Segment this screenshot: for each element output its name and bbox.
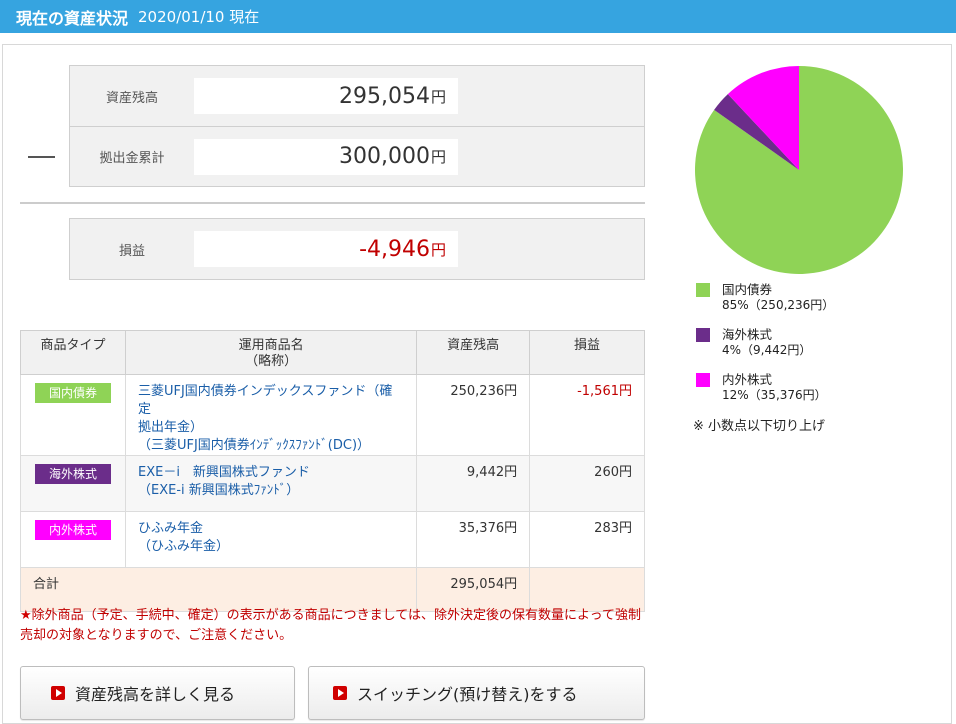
fund-name-line[interactable]: EXE－i 新興国株式ファンド: [138, 465, 310, 480]
legend-value: 85%（250,236円）: [722, 298, 835, 312]
col-header-type: 商品タイプ: [20, 330, 126, 375]
fund-name-line[interactable]: 拠出年金）: [138, 420, 203, 435]
legend-value: 4%（9,442円）: [722, 343, 812, 357]
contribution-row: 拠出金累計 300,000 円: [70, 126, 644, 186]
legend-swatch: [696, 283, 710, 297]
fund-cell[interactable]: 三菱UFJ国内債券インデックスファンド（確定 拠出年金） （三菱UFJ国内債券ｲ…: [124, 374, 418, 456]
balance-value: 295,054: [339, 83, 430, 109]
play-icon: [51, 686, 65, 700]
summary-box: 資産残高 295,054 円 拠出金累計 300,000 円: [69, 65, 645, 187]
total-balance: 295,054円: [416, 567, 531, 612]
view-balance-detail-button[interactable]: 資産残高を詳しく見る: [20, 666, 295, 720]
type-badge-domestic-bond: 国内債券: [35, 383, 111, 403]
profit-loss-value: -4,946: [359, 236, 430, 262]
pl-cell: 260円: [529, 455, 645, 512]
minus-icon: [28, 156, 55, 158]
table-row: 海外株式 EXE－i 新興国株式ファンド （EXE-i 新興国株式ﾌｧﾝﾄﾞ） …: [20, 455, 645, 512]
legend-item-global-stock: 内外株式 12%（35,376円）: [696, 372, 834, 403]
fund-abbr[interactable]: （三菱UFJ国内債券ｲﾝﾃﾞｯｸｽﾌｧﾝﾄﾞ(DC)）: [138, 438, 370, 453]
legend-item-domestic-bond: 国内債券 85%（250,236円）: [696, 282, 834, 313]
star-icon: ★: [20, 608, 32, 623]
contribution-label: 拠出金累計: [99, 151, 165, 166]
contribution-value: 300,000: [339, 144, 430, 169]
pie-note: ※ 小数点以下切り上げ: [693, 419, 826, 434]
contribution-unit: 円: [430, 148, 446, 166]
legend-swatch: [696, 328, 710, 342]
col-header-fund: 運用商品名 （略称）: [124, 330, 418, 375]
view-balance-detail-label: 資産残高を詳しく見る: [75, 685, 236, 704]
table-header-row: 商品タイプ 運用商品名 （略称） 資産残高 損益: [20, 330, 645, 375]
profit-loss-value-box: -4,946 円: [194, 231, 458, 267]
balance-cell: 250,236円: [416, 374, 531, 456]
type-cell: 内外株式: [20, 511, 126, 568]
type-badge-foreign-stock: 海外株式: [35, 464, 111, 484]
play-icon: [333, 686, 347, 700]
fund-name-line[interactable]: 三菱UFJ国内債券インデックスファンド（確定: [138, 384, 392, 417]
pl-cell: -1,561円: [529, 374, 645, 456]
notice-text: ★除外商品（予定、手続中、確定）の表示がある商品につきましては、除外決定後の保有…: [20, 606, 650, 646]
type-badge-global-stock: 内外株式: [35, 520, 111, 540]
legend-label: 内外株式: [722, 372, 773, 387]
page-title: 現在の資産状況: [16, 8, 129, 28]
pie-legend: 国内債券 85%（250,236円） 海外株式 4%（9,442円） 内外株式 12%…: [696, 282, 834, 417]
col-header-fund-abbr: （略称）: [245, 354, 298, 369]
balance-row: 資産残高 295,054 円: [70, 66, 644, 126]
legend-item-foreign-stock: 海外株式 4%（9,442円）: [696, 327, 834, 358]
contribution-value-box: 300,000 円: [194, 138, 458, 175]
summary-divider: [20, 202, 645, 204]
type-cell: 海外株式: [20, 455, 126, 512]
fund-abbr[interactable]: （ひふみ年金）: [138, 539, 229, 554]
balance-unit: 円: [430, 87, 446, 106]
table-row: 国内債券 三菱UFJ国内債券インデックスファンド（確定 拠出年金） （三菱UFJ…: [20, 374, 645, 456]
holdings-table: 商品タイプ 運用商品名 （略称） 資産残高 損益 国内債券 三菱UFJ国内債券イン…: [19, 330, 645, 612]
profit-loss-label: 損益: [118, 243, 145, 259]
switching-button[interactable]: スイッチング(預け替え)をする: [308, 666, 645, 720]
as-of-date: 2020/01/10 現在: [138, 8, 260, 26]
profit-loss-unit: 円: [430, 240, 446, 259]
balance-cell: 9,442円: [416, 455, 531, 512]
balance-cell: 35,376円: [416, 511, 531, 568]
legend-label: 海外株式: [722, 327, 773, 342]
fund-abbr[interactable]: （EXE-i 新興国株式ﾌｧﾝﾄﾞ）: [138, 483, 299, 498]
fund-cell[interactable]: EXE－i 新興国株式ファンド （EXE-i 新興国株式ﾌｧﾝﾄﾞ）: [124, 455, 418, 512]
fund-name-line[interactable]: ひふみ年金: [138, 521, 203, 536]
total-row: 合計 295,054円: [19, 567, 645, 612]
legend-value: 12%（35,376円）: [722, 388, 827, 402]
col-header-balance: 資産残高: [416, 330, 531, 375]
profit-loss-box: 損益 -4,946 円: [69, 218, 645, 280]
total-pl: [529, 567, 645, 612]
switching-label: スイッチング(預け替え)をする: [357, 685, 578, 704]
balance-label: 資産残高: [105, 90, 158, 106]
total-label: 合計: [19, 567, 418, 612]
pl-cell: 283円: [529, 511, 645, 568]
legend-label: 国内債券: [722, 282, 773, 297]
page-header: 現在の資産状況 2020/01/10 現在: [0, 0, 956, 33]
col-header-pl: 損益: [529, 330, 645, 375]
fund-cell[interactable]: ひふみ年金 （ひふみ年金）: [124, 511, 418, 568]
legend-swatch: [696, 373, 710, 387]
type-cell: 国内債券: [20, 374, 126, 456]
profit-loss-row: 損益 -4,946 円: [70, 219, 644, 279]
col-header-fund-name: 運用商品名: [238, 338, 304, 353]
asset-allocation-pie: [695, 66, 903, 274]
balance-value-box: 295,054 円: [194, 78, 458, 114]
table-row: 内外株式 ひふみ年金 （ひふみ年金） 35,376円 283円: [20, 511, 645, 568]
notice-body: 除外商品（予定、手続中、確定）の表示がある商品につきましては、除外決定後の保有数…: [20, 608, 641, 643]
